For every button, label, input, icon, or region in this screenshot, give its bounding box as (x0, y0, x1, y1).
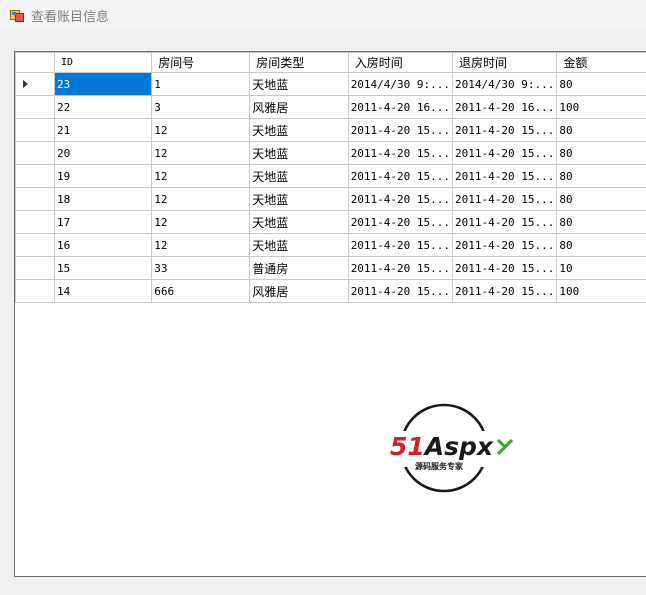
column-header-id[interactable]: ID (54, 52, 153, 73)
cell-room-number[interactable]: 12 (151, 141, 251, 165)
cell-amount[interactable]: 80 (556, 72, 646, 96)
cell-room-type[interactable]: 天地蓝 (249, 164, 349, 188)
row-header-cell[interactable] (15, 279, 56, 303)
cell-check-in-time[interactable]: 2011-4-20 15... (347, 141, 454, 165)
cell-check-in-time[interactable]: 2011-4-20 15... (347, 118, 454, 142)
cell-room-number[interactable]: 33 (151, 256, 251, 280)
cell-id[interactable]: 22 (54, 95, 153, 119)
row-header-cell[interactable] (15, 95, 56, 119)
cell-check-out-time[interactable]: 2011-4-20 15... (452, 233, 558, 257)
cell-check-out-time[interactable]: 2011-4-20 15... (452, 256, 558, 280)
header-row: ID 房间号 房间类型 入房时间 退房时间 金额 (15, 52, 646, 73)
cell-id[interactable]: 23 (54, 72, 153, 96)
cell-room-type[interactable]: 风雅居 (249, 95, 349, 119)
cell-room-number[interactable]: 12 (151, 187, 251, 211)
account-data-grid[interactable]: ID 房间号 房间类型 入房时间 退房时间 金额 23 1 天地蓝 2014/4/30… (14, 51, 646, 577)
cell-amount[interactable]: 80 (556, 210, 646, 234)
logo-brand-text: 51Aspx (390, 432, 494, 461)
cell-check-in-time[interactable]: 2011-4-20 16... (347, 95, 454, 119)
column-header-check-out-time[interactable]: 退房时间 (452, 52, 558, 73)
table-row[interactable]: 21 12 天地蓝 2011-4-20 15... 2011-4-20 15... 80 (15, 118, 646, 142)
row-header-cell[interactable] (15, 210, 56, 234)
logo-tagline-text: 源码服务专家 (415, 461, 464, 471)
cell-amount[interactable]: 100 (556, 95, 646, 119)
cell-check-out-time[interactable]: 2011-4-20 15... (452, 141, 558, 165)
cell-check-out-time[interactable]: 2011-4-20 15... (452, 164, 558, 188)
cell-room-number[interactable]: 12 (151, 233, 251, 257)
window-title: 查看账目信息 (31, 10, 110, 25)
cell-check-out-time[interactable]: 2011-4-20 15... (452, 187, 558, 211)
cell-id[interactable]: 18 (54, 187, 153, 211)
cell-amount[interactable]: 10 (556, 256, 646, 280)
cell-room-number[interactable]: 1 (151, 72, 251, 96)
51aspx-logo: 51Aspx 源码服务专家 (386, 403, 516, 493)
table-row[interactable]: 22 3 风雅居 2011-4-20 16... 2011-4-20 16... 100 (15, 95, 646, 119)
cell-room-type[interactable]: 天地蓝 (249, 210, 349, 234)
cell-amount[interactable]: 80 (556, 118, 646, 142)
cell-id[interactable]: 14 (54, 279, 153, 303)
cell-id[interactable]: 19 (54, 164, 153, 188)
app-icon (10, 10, 24, 22)
cell-id[interactable]: 21 (54, 118, 153, 142)
cell-id[interactable]: 16 (54, 233, 153, 257)
cell-check-out-time[interactable]: 2011-4-20 15... (452, 118, 558, 142)
account-table: ID 房间号 房间类型 入房时间 退房时间 金额 23 1 天地蓝 2014/4/30… (15, 52, 646, 303)
cell-check-in-time[interactable]: 2011-4-20 15... (347, 164, 454, 188)
row-header-cell[interactable] (15, 187, 56, 211)
cell-id[interactable]: 20 (54, 141, 153, 165)
cell-amount[interactable]: 80 (556, 187, 646, 211)
cell-amount[interactable]: 80 (556, 164, 646, 188)
cell-room-type[interactable]: 天地蓝 (249, 187, 349, 211)
cell-check-out-time[interactable]: 2011-4-20 15... (452, 279, 558, 303)
cell-room-type[interactable]: 普通房 (249, 256, 349, 280)
table-row[interactable]: 17 12 天地蓝 2011-4-20 15... 2011-4-20 15... 80 (15, 210, 646, 234)
cell-id[interactable]: 17 (54, 210, 153, 234)
cell-room-type[interactable]: 天地蓝 (249, 233, 349, 257)
table-row[interactable]: 23 1 天地蓝 2014/4/30 9:... 2014/4/30 9:... 80 (15, 72, 646, 96)
cell-room-number[interactable]: 12 (151, 118, 251, 142)
cell-check-in-time[interactable]: 2011-4-20 15... (347, 233, 454, 257)
cell-check-in-time[interactable]: 2011-4-20 15... (347, 279, 454, 303)
row-header-cell[interactable] (15, 118, 56, 142)
cell-room-type[interactable]: 天地蓝 (249, 118, 349, 142)
cell-check-out-time[interactable]: 2011-4-20 16... (452, 95, 558, 119)
table-row[interactable]: 19 12 天地蓝 2011-4-20 15... 2011-4-20 15... 80 (15, 164, 646, 188)
grid-empty-area (15, 302, 646, 576)
cell-check-in-time[interactable]: 2014/4/30 9:... (347, 72, 454, 96)
column-header-room-number[interactable]: 房间号 (151, 52, 251, 73)
cell-room-type[interactable]: 天地蓝 (249, 72, 349, 96)
row-header-cell[interactable] (15, 164, 56, 188)
cell-room-number[interactable]: 3 (151, 95, 251, 119)
table-row[interactable]: 14 666 风雅居 2011-4-20 15... 2011-4-20 15... 10… (15, 279, 646, 303)
row-header-cell[interactable] (15, 256, 56, 280)
title-bar: 查看账目信息 (0, 0, 646, 30)
row-header-cell[interactable] (15, 141, 56, 165)
current-row-indicator-icon (23, 79, 28, 88)
top-left-header-cell[interactable] (15, 52, 56, 73)
cell-room-number[interactable]: 12 (151, 164, 251, 188)
cell-check-out-time[interactable]: 2011-4-20 15... (452, 210, 558, 234)
cell-room-type[interactable]: 天地蓝 (249, 141, 349, 165)
column-header-room-type[interactable]: 房间类型 (249, 52, 349, 73)
cell-amount[interactable]: 80 (556, 233, 646, 257)
row-header-cell[interactable] (15, 233, 56, 257)
cell-room-type[interactable]: 风雅居 (249, 279, 349, 303)
table-row[interactable]: 20 12 天地蓝 2011-4-20 15... 2011-4-20 15... 80 (15, 141, 646, 165)
column-header-check-in-time[interactable]: 入房时间 (347, 52, 454, 73)
table-row[interactable]: 15 33 普通房 2011-4-20 15... 2011-4-20 15... 10 (15, 256, 646, 280)
cell-check-in-time[interactable]: 2011-4-20 15... (347, 256, 454, 280)
table-row[interactable]: 16 12 天地蓝 2011-4-20 15... 2011-4-20 15... 80 (15, 233, 646, 257)
cell-id[interactable]: 15 (54, 256, 153, 280)
row-header-cell[interactable] (15, 72, 56, 96)
cell-check-in-time[interactable]: 2011-4-20 15... (347, 187, 454, 211)
cell-room-number[interactable]: 666 (151, 279, 251, 303)
cell-amount[interactable]: 80 (556, 141, 646, 165)
cell-amount[interactable]: 100 (556, 279, 646, 303)
cell-room-number[interactable]: 12 (151, 210, 251, 234)
table-row[interactable]: 18 12 天地蓝 2011-4-20 15... 2011-4-20 15... 80 (15, 187, 646, 211)
cell-check-in-time[interactable]: 2011-4-20 15... (347, 210, 454, 234)
column-header-amount[interactable]: 金额 (556, 52, 646, 73)
cell-check-out-time[interactable]: 2014/4/30 9:... (452, 72, 558, 96)
